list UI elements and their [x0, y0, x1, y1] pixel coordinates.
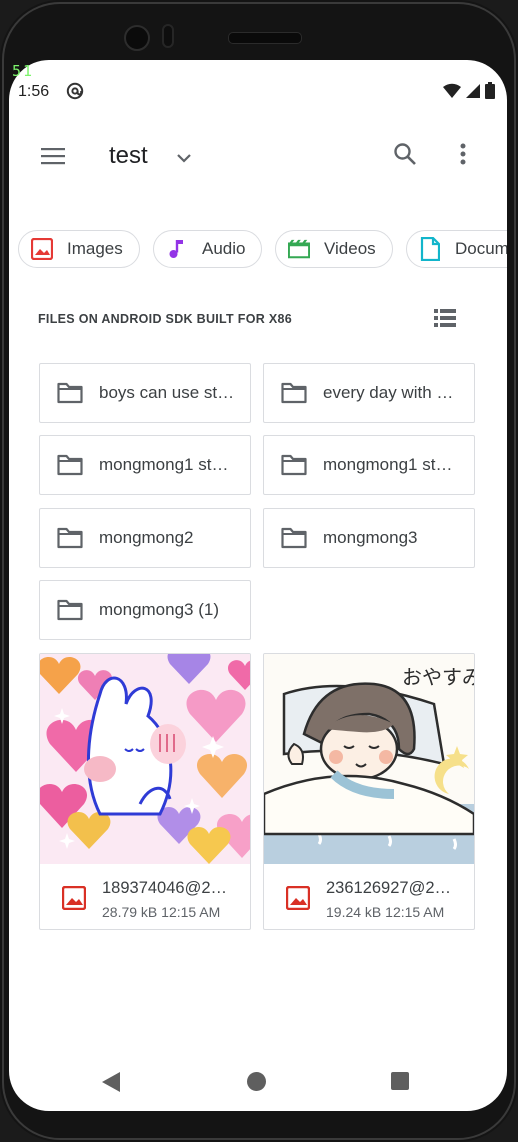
folder-item[interactable]: boys can use st… [39, 363, 251, 423]
folder-item[interactable]: mongmong3 [263, 508, 475, 568]
home-button[interactable] [247, 1072, 266, 1091]
status-time: 1:56 [18, 83, 50, 100]
app-bar: test [9, 120, 507, 184]
view-list-icon [434, 309, 456, 327]
proximity-sensor [162, 24, 174, 48]
folder-icon [57, 599, 83, 621]
folder-name: mongmong3 [323, 528, 418, 547]
chip-label: Videos [324, 239, 376, 258]
search-icon [394, 143, 416, 165]
folder-icon [281, 527, 307, 549]
battery-icon [485, 82, 495, 99]
folder-icon [57, 527, 83, 549]
navigation-drawer-button[interactable] [33, 136, 73, 176]
document-icon [419, 237, 441, 261]
folder-icon [281, 382, 307, 404]
chevron-down-icon[interactable] [174, 148, 194, 168]
back-icon[interactable] [101, 1071, 121, 1093]
folder-name: mongmong2 [99, 528, 194, 547]
status-icons [443, 82, 495, 99]
folder-name: mongmong1 st… [99, 455, 229, 474]
earpiece-speaker [228, 32, 302, 44]
chip-images[interactable]: Images [18, 230, 140, 268]
status-bar: 1:56 [9, 60, 507, 120]
file-name: 236126927@2… [326, 879, 452, 897]
folder-name: every day with … [323, 383, 454, 402]
folder-name: mongmong3 (1) [99, 600, 220, 619]
file-item[interactable]: 189374046@2… 28.79 kB 12:15 AM [39, 653, 251, 930]
front-camera [124, 25, 150, 51]
more-options-button[interactable] [449, 136, 477, 172]
phone-frame: 1:56 test Images Audio Videos Docum FILE… [0, 0, 518, 1142]
folder-item[interactable]: every day with … [263, 363, 475, 423]
hamburger-menu-icon [41, 148, 65, 165]
file-meta: 28.79 kB 12:15 AM [102, 904, 221, 920]
folder-icon [57, 382, 83, 404]
chip-label: Images [67, 239, 123, 258]
folder-item[interactable]: mongmong3 (1) [39, 580, 251, 640]
folder-icon [281, 454, 307, 476]
section-title: FILES ON ANDROID SDK BUILT FOR X86 [38, 312, 292, 326]
screen: 1:56 test Images Audio Videos Docum FILE… [9, 60, 507, 1111]
debug-overlay-label: 51 [12, 62, 35, 80]
at-sign-notification-icon [66, 82, 84, 100]
chip-label: Docum [455, 239, 507, 258]
thumbnail-text: おやすみ [402, 665, 474, 689]
folder-name: mongmong1 st… [323, 455, 453, 474]
file-thumbnail-sleeping-boy: おやすみ [264, 654, 474, 864]
cell-signal-icon [466, 83, 480, 98]
root-title[interactable]: test [109, 142, 148, 170]
file-thumbnail-bunny-hearts [40, 654, 250, 864]
image-file-icon [286, 886, 310, 910]
music-note-icon [166, 238, 188, 260]
recent-apps-button[interactable] [391, 1072, 409, 1090]
file-item[interactable]: おやすみ 236126927@2… 19.24 kB 12:15 AM [263, 653, 475, 930]
folder-icon [57, 454, 83, 476]
folder-item[interactable]: mongmong1 st… [39, 435, 251, 495]
folder-item[interactable]: mongmong1 st… [263, 435, 475, 495]
search-button[interactable] [387, 136, 423, 172]
system-navigation-bar [9, 1045, 507, 1111]
image-file-icon [62, 886, 86, 910]
chip-audio[interactable]: Audio [153, 230, 263, 268]
image-icon [31, 238, 53, 260]
chip-documents[interactable]: Docum [406, 230, 507, 268]
folder-item[interactable]: mongmong2 [39, 508, 251, 568]
movie-icon [288, 238, 310, 260]
file-name: 189374046@2… [102, 879, 228, 897]
folder-name: boys can use st… [99, 383, 235, 402]
more-vert-icon [460, 143, 466, 165]
chip-videos[interactable]: Videos [275, 230, 393, 268]
chip-label: Audio [202, 239, 246, 258]
file-meta: 19.24 kB 12:15 AM [326, 904, 445, 920]
list-view-toggle-button[interactable] [429, 304, 461, 332]
wifi-icon [443, 83, 461, 98]
